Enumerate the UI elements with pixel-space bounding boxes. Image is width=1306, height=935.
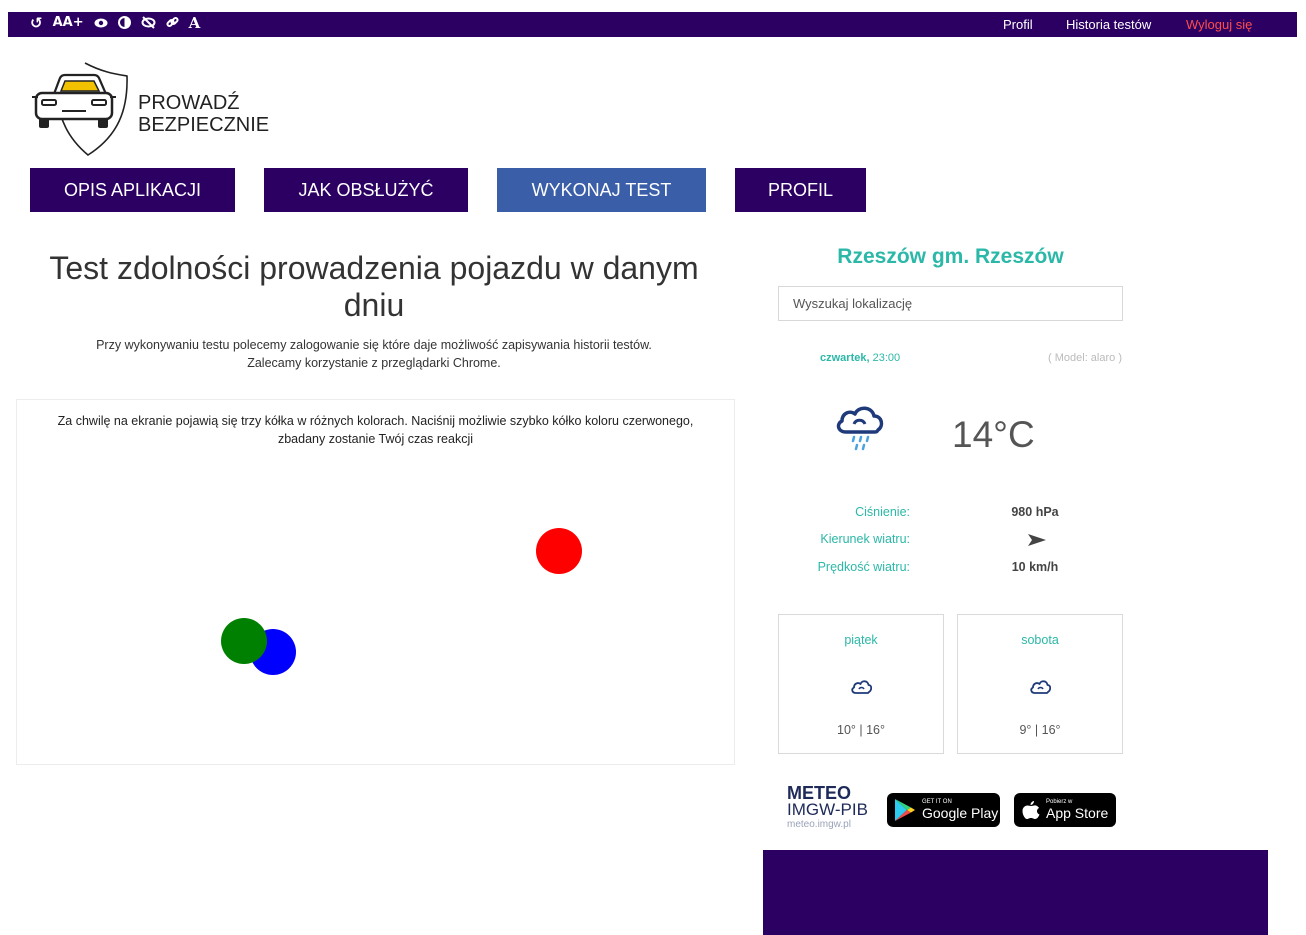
logo-line-1: PROWADŹ [138,92,240,114]
instruction-line-1: Za chwilę na ekranie pojawią się trzy kó… [57,414,694,428]
forecast-temps: 9° | 16° [1019,723,1061,737]
meteo-url: meteo.imgw.pl [787,819,851,830]
weather-city: Rzeszów gm. Rzeszów [837,245,1064,268]
forecast-day: sobota [1021,633,1059,647]
cloud-rain-icon [836,406,884,451]
top-bar: ↺ AA+ A Profil Historia testów Wyloguj s… [8,12,1297,37]
logo[interactable]: PROWADŹ BEZPIECZNIE [30,60,270,160]
reaction-test-area[interactable]: Za chwilę na ekranie pojawią się trzy kó… [16,399,735,765]
instruction-line-2: zbadany zostanie Twój czas reakcji [277,432,473,446]
app-store-label: App Store [1046,805,1109,821]
app-store-button[interactable]: Pobierz w App Store [1014,793,1116,827]
weather-date: czwartek, 23:00 [820,352,900,364]
temperature: 14°C [952,414,1035,455]
logout-link[interactable]: Wyloguj się [1186,17,1252,32]
google-play-label: Google Play [922,805,999,821]
nav-app-description[interactable]: OPIS APLIKACJI [30,168,235,212]
subtitle-line-1: Przy wykonywaniu testu polecemy zalogowa… [96,338,652,352]
google-play-button[interactable]: GET IT ON Google Play [887,793,1000,827]
page-title: Test zdolności prowadzenia pojazdu w dan… [49,250,699,323]
weather-model: ( Model: alaro ) [1048,352,1122,364]
wind-direction-label: Kierunek wiatru: [820,532,910,546]
wind-speed-label: Prędkość wiatru: [817,560,910,574]
pressure-label: Ciśnienie: [855,505,910,519]
nav-how-to-use[interactable]: JAK OBSŁUŻYĆ [264,168,468,212]
font-size-icon[interactable]: AA+ [53,15,84,30]
test-instructions: Za chwilę na ekranie pojawią się trzy kó… [17,412,734,448]
weather-day: czwartek, [820,352,870,364]
weather-time: 23:00 [872,352,901,364]
meteo-imgw-logo[interactable]: METEO IMGW-PIB meteo.imgw.pl [787,783,868,832]
cloud-icon [1030,680,1051,694]
green-circle[interactable] [221,618,267,664]
forecast-day: piątek [844,633,878,647]
shield-car-logo-icon [32,62,128,156]
accessibility-toolbar: ↺ AA+ A [30,12,200,33]
subtitle-line-2: Zalecamy korzystanie z przeglądarki Chro… [247,356,501,370]
cloud-icon [851,680,872,694]
nav-take-test[interactable]: WYKONAJ TEST [497,168,706,212]
nav-profile[interactable]: PROFIL [735,168,866,212]
meteo-title: METEO [787,783,852,803]
footer-banner [763,850,1268,935]
test-history-link[interactable]: Historia testów [1066,17,1151,32]
visibility-icon[interactable] [94,17,108,29]
google-play-icon [895,799,915,821]
profile-link[interactable]: Profil [1003,17,1033,32]
hide-icon[interactable] [141,16,156,29]
logo-text: PROWADŹ BEZPIECZNIE [138,92,269,136]
forecast-card-saturday: sobota 9° | 16° [957,614,1123,754]
pressure-value: 980 hPa [1011,505,1059,519]
red-circle[interactable] [536,528,582,574]
wind-speed-value: 10 km/h [1011,560,1059,574]
forecast-card-friday: piątek 10° | 16° [778,614,944,754]
reset-icon[interactable]: ↺ [30,14,43,32]
font-icon[interactable]: A [189,14,201,32]
link-icon[interactable] [166,16,179,29]
test-subtitle: Przy wykonywaniu testu polecemy zalogowa… [18,336,730,372]
wind-arrow-icon [1028,534,1046,546]
apple-icon [1022,801,1040,819]
forecast-temps: 10° | 16° [837,723,885,737]
meteo-subtitle: IMGW-PIB [787,800,868,819]
location-search-input[interactable] [778,286,1123,321]
contrast-icon[interactable] [117,16,131,29]
logo-line-2: BEZPIECZNIE [138,114,270,136]
